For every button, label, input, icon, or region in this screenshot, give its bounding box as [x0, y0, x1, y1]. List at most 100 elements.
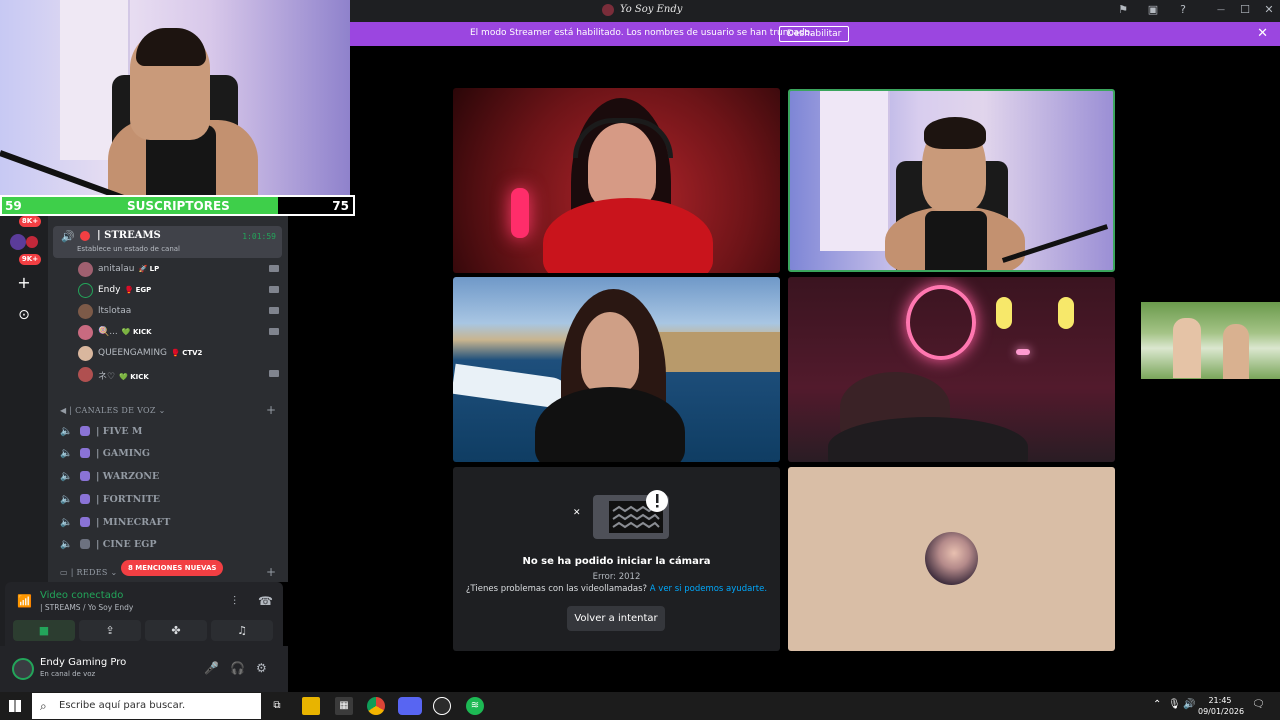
add-voice-channel-button[interactable]: +: [266, 403, 276, 417]
add-redes-channel-button[interactable]: +: [266, 565, 276, 579]
voice-channel[interactable]: 🔈 | GAMING: [60, 445, 280, 465]
window-title: Yo Soy Endy: [620, 4, 683, 15]
channel-timer: 1:01:59: [242, 232, 276, 241]
notifications-icon[interactable]: 🗨: [1252, 699, 1265, 710]
camera-icon: [269, 307, 279, 314]
camera-error-code: Error: 2012: [592, 572, 641, 582]
help-link[interactable]: A ver si podemos ayudarte.: [650, 584, 767, 594]
voice-channel-name: | WARZONE: [96, 471, 160, 482]
subscriber-goal-bar: 59 SUSCRIPTORES 75: [0, 195, 355, 216]
voice-channel[interactable]: 🔈 | WARZONE: [60, 468, 280, 488]
screen-share-button[interactable]: ⇪: [79, 620, 141, 641]
obs-icon[interactable]: [433, 697, 451, 715]
video-tile[interactable]: [453, 88, 780, 273]
voice-channel-name: | MINECRAFT: [96, 517, 171, 528]
picture-in-picture-thumbnail[interactable]: [1141, 302, 1280, 379]
tray-mic-icon[interactable]: 🎙: [1168, 699, 1181, 710]
camera-icon: [269, 286, 279, 293]
inbox-flag-icon[interactable]: ⚑: [1116, 3, 1130, 17]
close-button[interactable]: ✕: [1262, 3, 1276, 17]
participant-body: [543, 198, 713, 273]
clock-date: 09/01/2026: [1198, 707, 1245, 716]
tray-chevron-icon[interactable]: ⌃: [1153, 699, 1161, 710]
voice-channel-name: | CINE EGP: [96, 539, 157, 550]
retry-button[interactable]: Volver a intentar: [567, 606, 665, 631]
discover-icon[interactable]: ⊙: [12, 303, 36, 327]
user-panel: Endy Gaming Pro En canal de voz 🎤 🎧 ⚙: [0, 646, 288, 692]
voice-channel-name: | FORTNITE: [96, 494, 161, 505]
video-tile-active[interactable]: [788, 89, 1115, 272]
voice-member[interactable]: 🍭... 💚 KICK: [78, 323, 283, 343]
banner-close-icon[interactable]: ✕: [1257, 26, 1268, 41]
speaker-icon: 🔈: [60, 494, 73, 505]
avatar: [78, 346, 93, 361]
disconnect-icon[interactable]: ☎: [258, 594, 273, 608]
channel-emoji-icon: [80, 494, 90, 504]
new-mentions-pill[interactable]: 8 MENCIONES NUEVAS: [121, 560, 224, 576]
disable-streamer-button[interactable]: Deshabilitar: [779, 26, 850, 42]
voice-channel[interactable]: 🔈 | CINE EGP: [60, 536, 280, 556]
store-icon[interactable]: ▦: [335, 697, 353, 715]
participant-hair: [924, 117, 986, 149]
clock[interactable]: 21:45 09/01/2026: [1198, 695, 1245, 717]
speaker-icon: 🔈: [60, 517, 73, 528]
video-tile[interactable]: [788, 277, 1115, 462]
avatar: [78, 304, 93, 319]
maximize-button[interactable]: ☐: [1238, 3, 1252, 17]
spotify-icon[interactable]: ≋: [466, 697, 484, 715]
video-tile[interactable]: [453, 277, 780, 462]
voice-member[interactable]: QUEENGAMING 🥊 CTV2: [78, 344, 283, 364]
signal-icon[interactable]: 📶: [17, 594, 32, 608]
headphones-icon[interactable]: 🎧: [230, 661, 245, 675]
discord-icon[interactable]: [398, 697, 422, 715]
voice-channel[interactable]: 🔈 | FORTNITE: [60, 491, 280, 511]
camera-icon: [269, 265, 279, 272]
server-icon[interactable]: [26, 236, 38, 248]
search-icon: ⌕: [40, 699, 47, 713]
redes-category-header[interactable]: ▭ | REDES ⌄: [60, 568, 118, 577]
speaker-icon: 🔊: [61, 230, 75, 243]
chrome-icon[interactable]: [367, 697, 385, 715]
minimize-button[interactable]: —: [1214, 3, 1228, 17]
member-name: anitalau: [98, 264, 135, 274]
voice-channel[interactable]: 🔈 | MINECRAFT: [60, 514, 280, 534]
voice-member[interactable]: anitalau 🚀 LP: [78, 260, 283, 280]
voice-category-header[interactable]: ◀ | CANALES DE VOZ ⌄: [60, 406, 166, 415]
microphone-icon[interactable]: 🎤: [204, 661, 219, 675]
avatar: [78, 325, 93, 340]
channel-sidebar: 🔊 | STREAMS Establece un estado de canal…: [48, 216, 288, 582]
channel-status-placeholder[interactable]: Establece un estado de canal: [77, 245, 180, 253]
video-tile-avatar[interactable]: [788, 467, 1115, 651]
server-icon[interactable]: [10, 234, 26, 250]
volume-icon[interactable]: 🔊: [1183, 699, 1195, 710]
taskbar-search[interactable]: ⌕ Escribe aquí para buscar.: [32, 693, 261, 719]
voice-channel-streams[interactable]: 🔊 | STREAMS Establece un estado de canal…: [53, 226, 282, 258]
member-tag: 💚 KICK: [121, 328, 152, 336]
redes-category-label: | REDES: [70, 568, 108, 577]
noise-suppression-icon[interactable]: ⫶: [233, 594, 236, 609]
voice-channel[interactable]: 🔈 | FIVE M: [60, 423, 280, 443]
voice-channel-name: | GAMING: [96, 448, 151, 459]
activities-button[interactable]: ✤: [145, 620, 207, 641]
member-tag: 💚 KICK: [119, 373, 149, 381]
avatar[interactable]: [12, 658, 34, 680]
soundboard-button[interactable]: ♫: [211, 620, 273, 641]
voice-member[interactable]: ネ♡ 💚 KICK: [78, 365, 283, 385]
voice-member[interactable]: ltslotaa: [78, 302, 283, 322]
server-logo-icon: [602, 4, 614, 16]
task-view-icon[interactable]: ⧉: [268, 697, 286, 715]
camera-button[interactable]: ■: [13, 620, 75, 641]
camera-icon: [269, 370, 279, 377]
member-name: QUEENGAMING: [98, 348, 168, 358]
settings-gear-icon[interactable]: ⚙: [256, 661, 267, 675]
file-explorer-icon[interactable]: [302, 697, 320, 715]
inbox-icon[interactable]: ▣: [1146, 3, 1160, 17]
windows-start-icon[interactable]: [9, 700, 21, 712]
streamer-mode-banner: El modo Streamer está habilitado. Los no…: [350, 22, 1280, 46]
add-server-button[interactable]: +: [12, 271, 36, 295]
screen: Yo Soy Endy ⚑ ▣ ? — ☐ ✕ El modo Streamer…: [0, 0, 1280, 720]
voice-member[interactable]: Endy 🥊 EGP: [78, 281, 283, 301]
voice-status[interactable]: Video conectado: [40, 590, 123, 601]
user-name[interactable]: Endy Gaming Pro: [40, 657, 126, 668]
help-icon[interactable]: ?: [1176, 3, 1190, 17]
